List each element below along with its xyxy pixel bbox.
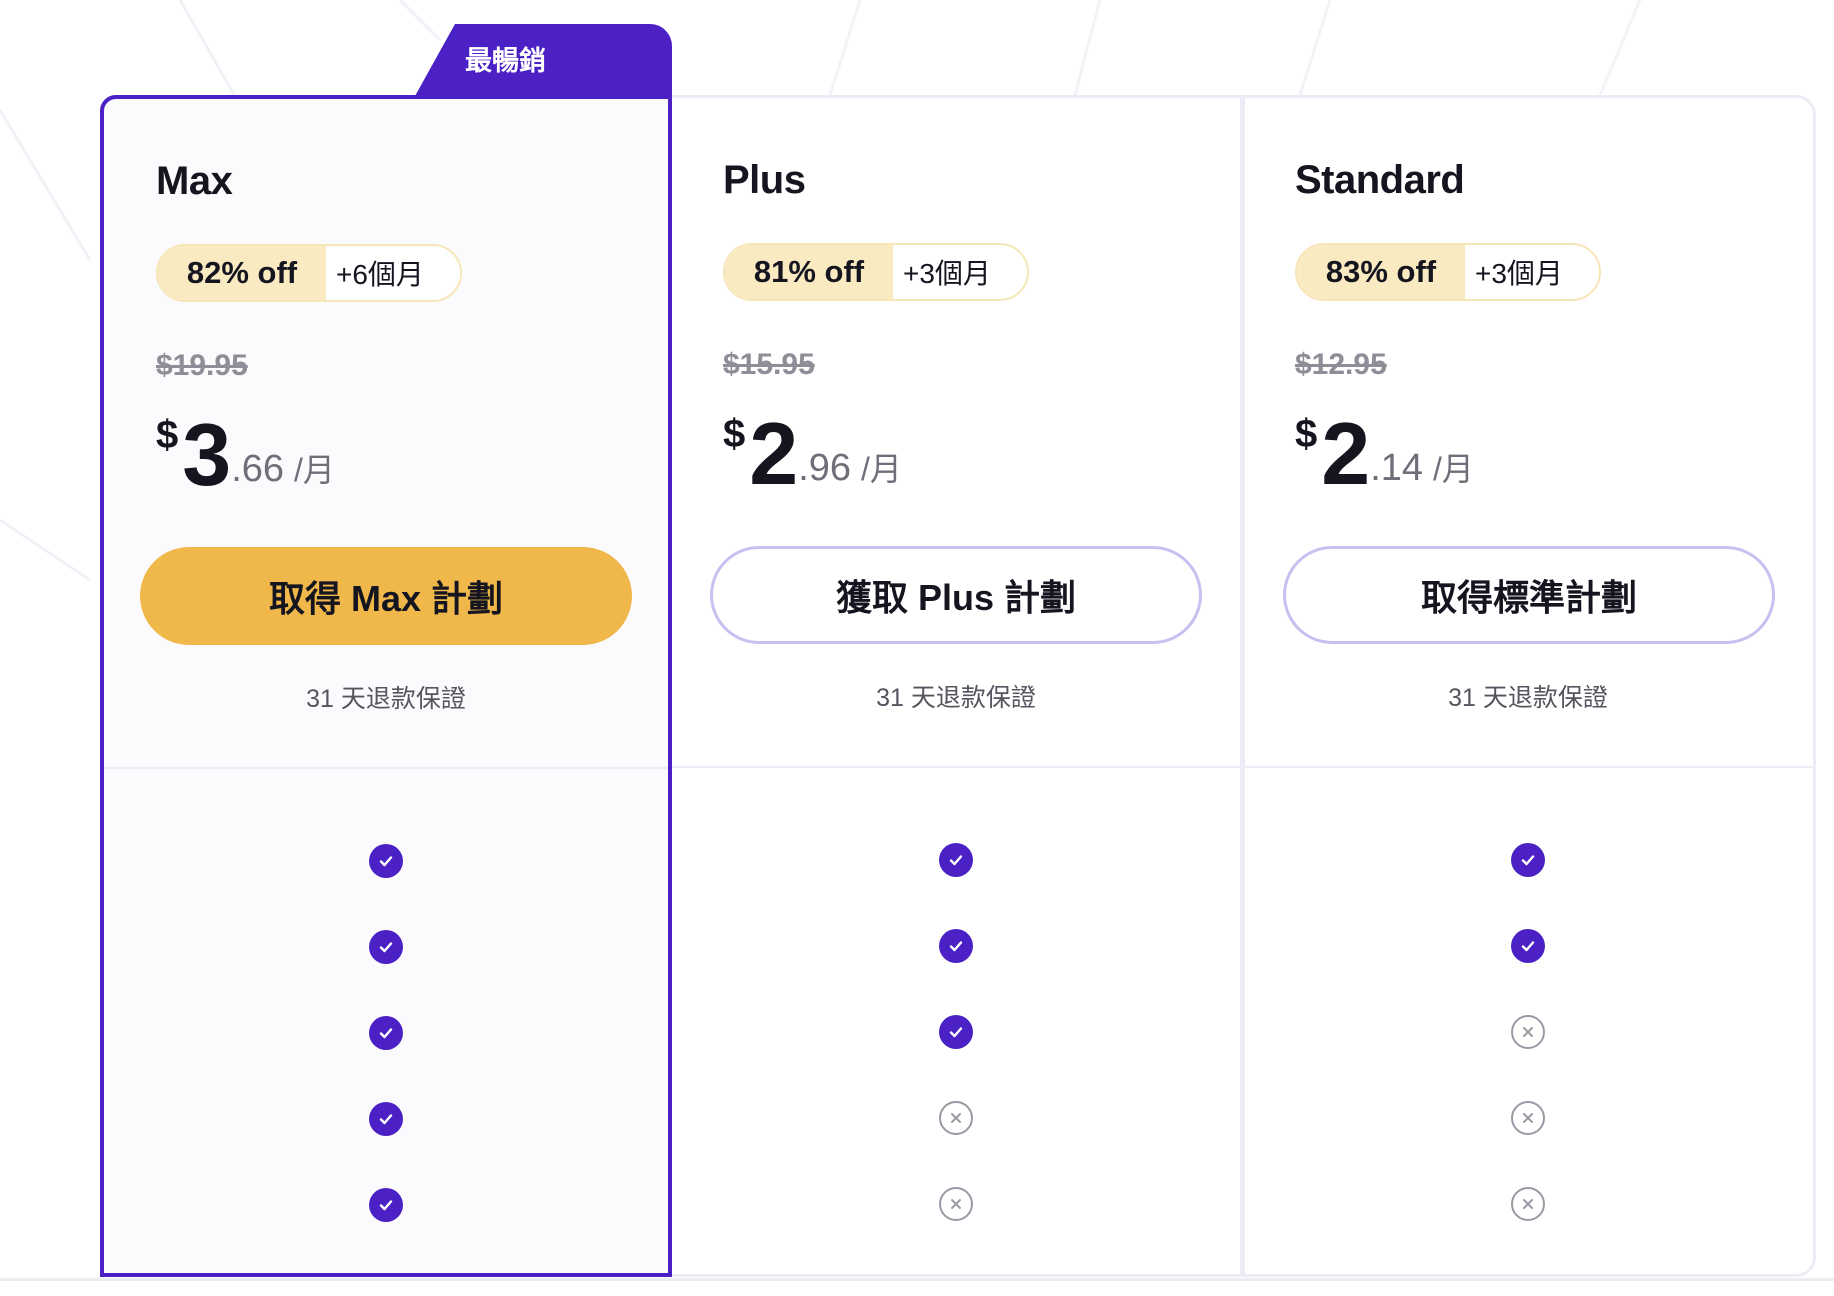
check-icon [369, 930, 403, 964]
feature-row [939, 843, 973, 877]
price-integer: 2 [749, 404, 799, 503]
get-plus-plan-button[interactable]: 獲取 Plus 計劃 [710, 546, 1202, 644]
check-icon [369, 1016, 403, 1050]
feature-row [369, 930, 403, 964]
feature-row [939, 929, 973, 963]
feature-row [939, 1101, 973, 1135]
cross-icon [1511, 1187, 1545, 1221]
feature-row [1511, 1015, 1545, 1049]
price-integer: 2 [1321, 404, 1371, 503]
feature-row [1511, 929, 1545, 963]
feature-row [939, 1015, 973, 1049]
check-icon [1511, 843, 1545, 877]
price-decimal: .14 [1370, 447, 1424, 489]
feature-row [1511, 843, 1545, 877]
check-icon [369, 1188, 403, 1222]
best-seller-label: 最暢銷 [465, 45, 546, 76]
feature-row [369, 1188, 403, 1222]
check-icon [1511, 929, 1545, 963]
plan-name: Max [156, 159, 233, 203]
current-price: $ 2 .96 /月 [723, 398, 902, 498]
feature-row [369, 844, 403, 878]
original-price: $12.95 [1295, 348, 1387, 381]
check-icon [369, 844, 403, 878]
check-icon [939, 843, 973, 877]
bonus-months: +3個月 [1475, 258, 1563, 289]
price-decimal: .66 [231, 448, 285, 490]
column-divider [1240, 95, 1245, 1277]
discount-percent: 82% off [158, 246, 326, 300]
check-icon [939, 929, 973, 963]
money-back-guarantee: 31 天退款保證 [1448, 684, 1608, 712]
discount-badge: 81% off +3個月 [723, 243, 1029, 301]
cross-icon [939, 1187, 973, 1221]
current-price: $ 3 .66 /月 [156, 399, 335, 499]
price-decimal: .96 [798, 447, 852, 489]
price-unit: /月 [294, 452, 335, 488]
plan-name: Standard [1295, 158, 1465, 202]
discount-badge: 83% off +3個月 [1295, 243, 1601, 301]
bonus-months: +6個月 [336, 259, 424, 290]
best-seller-tab: 最暢銷 [415, 24, 672, 96]
feature-row [1511, 1187, 1545, 1221]
plan-card-max: Max 82% off +6個月 $19.95 $ 3 .66 /月 取得 Ma… [100, 95, 672, 1277]
price-unit: /月 [861, 451, 902, 487]
feature-row [369, 1102, 403, 1136]
price-currency: $ [156, 413, 179, 457]
original-price: $19.95 [156, 349, 248, 382]
card-divider [104, 767, 668, 769]
feature-row [1511, 1101, 1545, 1135]
card-divider [1243, 766, 1813, 768]
discount-percent: 81% off [725, 245, 893, 299]
plan-name: Plus [723, 158, 806, 202]
discount-percent: 83% off [1297, 245, 1465, 299]
bonus-months: +3個月 [903, 258, 991, 289]
cross-icon [939, 1101, 973, 1135]
check-icon [369, 1102, 403, 1136]
price-currency: $ [1295, 412, 1318, 456]
card-divider [669, 766, 1243, 768]
price-unit: /月 [1433, 451, 1474, 487]
plan-card-plus: Plus 81% off +3個月 $15.95 $ 2 .96 /月 獲取 P… [669, 95, 1243, 1277]
original-price: $15.95 [723, 348, 815, 381]
money-back-guarantee: 31 天退款保證 [306, 685, 466, 713]
price-currency: $ [723, 412, 746, 456]
discount-badge: 82% off +6個月 [156, 244, 462, 302]
bottom-divider [0, 1278, 1834, 1281]
check-icon [939, 1015, 973, 1049]
cross-icon [1511, 1101, 1545, 1135]
feature-row [369, 1016, 403, 1050]
cross-icon [1511, 1015, 1545, 1049]
feature-row [939, 1187, 973, 1221]
get-max-plan-button[interactable]: 取得 Max 計劃 [140, 547, 632, 645]
money-back-guarantee: 31 天退款保證 [876, 684, 1036, 712]
current-price: $ 2 .14 /月 [1295, 398, 1474, 498]
get-standard-plan-button[interactable]: 取得標準計劃 [1283, 546, 1775, 644]
price-integer: 3 [182, 405, 232, 504]
plan-card-standard: Standard 83% off +3個月 $12.95 $ 2 .14 /月 … [1240, 95, 1816, 1277]
